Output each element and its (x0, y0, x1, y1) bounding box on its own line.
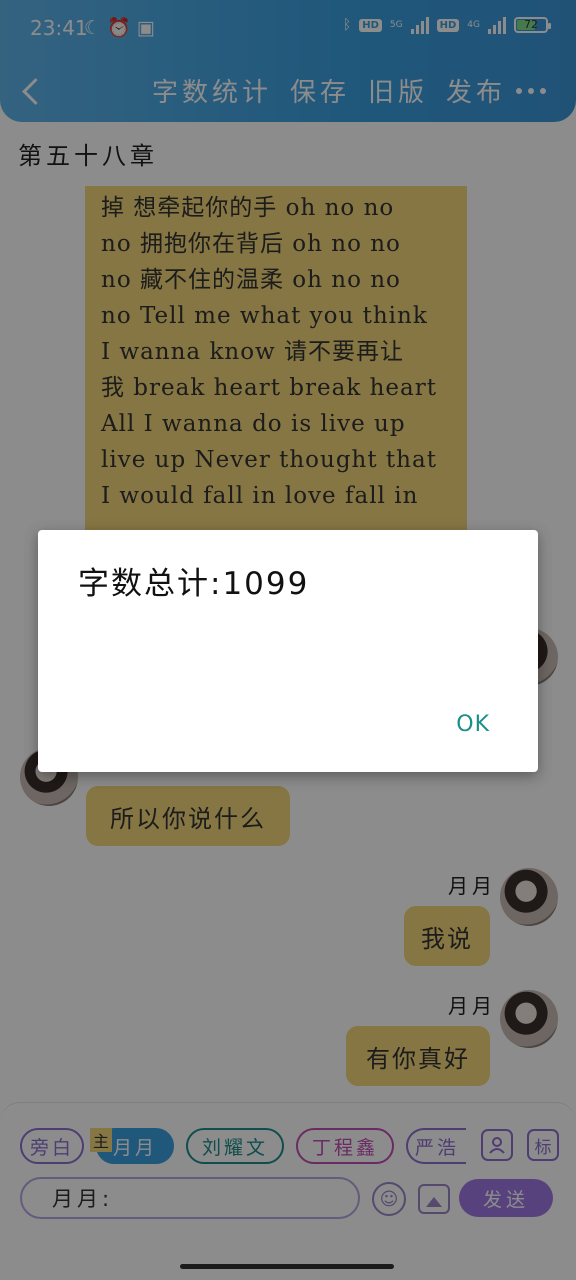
ok-button[interactable]: OK (456, 712, 490, 737)
dialog-message: 字数总计:1099 (78, 566, 310, 602)
word-count-dialog: 字数总计:1099 OK (38, 530, 538, 772)
